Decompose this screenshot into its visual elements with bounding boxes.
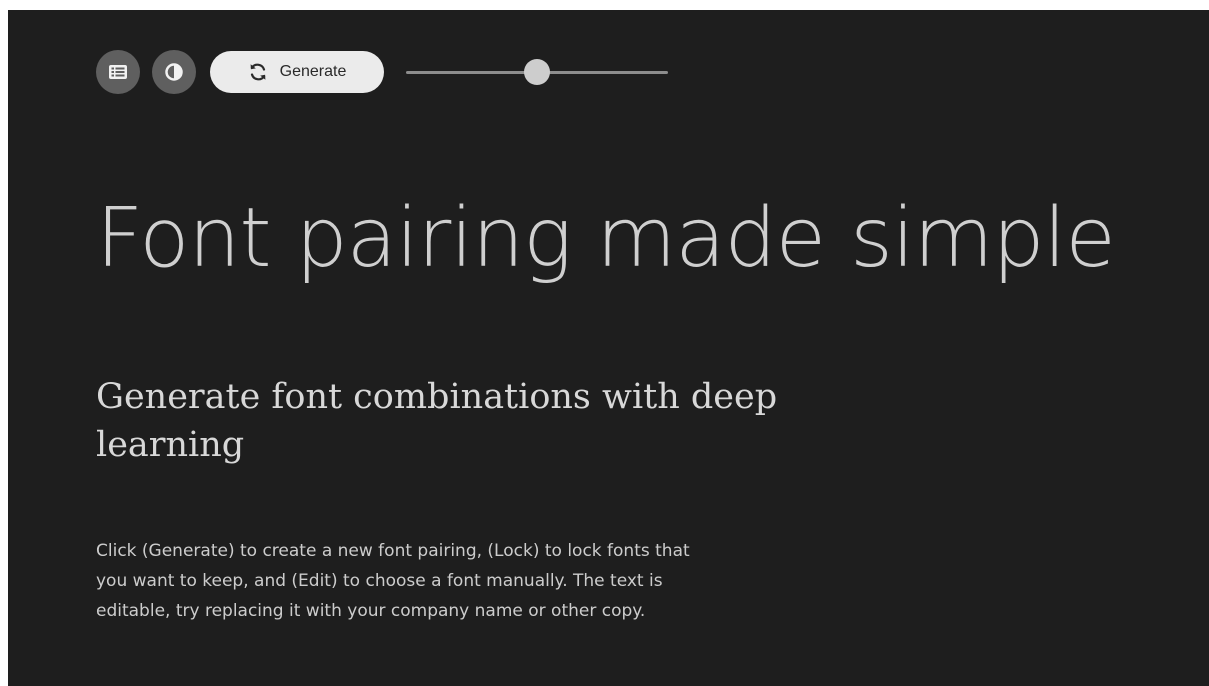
page-subtitle: Generate font combinations with deep lea… — [96, 377, 778, 465]
list-button[interactable] — [96, 50, 140, 94]
description-text: Click (Generate) to create a new font pa… — [96, 541, 690, 621]
generate-button-label: Generate — [279, 63, 347, 80]
list-icon — [109, 65, 127, 79]
app-frame: Generate Font pairing made simple Genera… — [8, 10, 1209, 686]
refresh-icon — [250, 63, 266, 81]
contrast-icon — [165, 63, 183, 81]
toolbar: Generate — [96, 50, 668, 94]
theme-toggle-button[interactable] — [152, 50, 196, 94]
generate-button[interactable]: Generate — [210, 51, 384, 93]
page-title: Font pairing made simple — [96, 191, 1116, 286]
slider-thumb[interactable] — [524, 59, 550, 85]
size-slider[interactable] — [406, 59, 668, 85]
